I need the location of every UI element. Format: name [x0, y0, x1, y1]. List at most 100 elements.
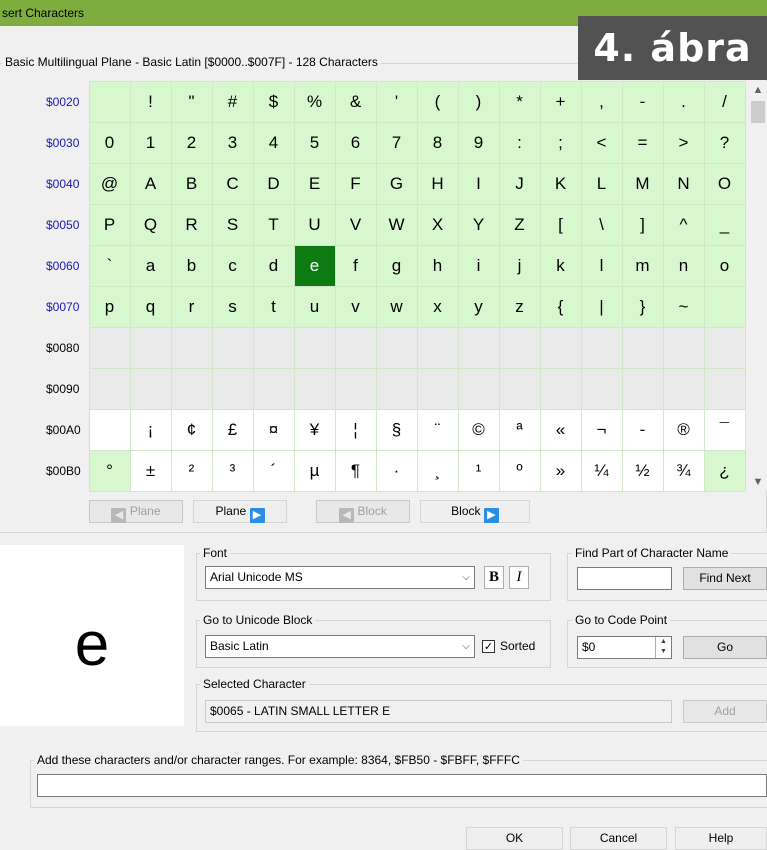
- character-cell[interactable]: 5: [293, 122, 336, 164]
- character-cell[interactable]: S: [211, 204, 254, 246]
- character-cell[interactable]: [580, 368, 623, 410]
- character-cell[interactable]: [580, 327, 623, 369]
- character-cell[interactable]: ": [170, 81, 213, 123]
- character-cell[interactable]: ¢: [170, 409, 213, 451]
- character-cell[interactable]: [457, 368, 500, 410]
- character-cell[interactable]: d: [252, 245, 295, 287]
- character-cell[interactable]: ´: [252, 450, 295, 492]
- character-cell[interactable]: ¤: [252, 409, 295, 451]
- character-cell[interactable]: «: [539, 409, 582, 451]
- character-cell[interactable]: [457, 327, 500, 369]
- character-cell[interactable]: D: [252, 163, 295, 205]
- character-cell[interactable]: ²: [170, 450, 213, 492]
- character-cell[interactable]: [211, 368, 254, 410]
- character-cell[interactable]: G: [375, 163, 418, 205]
- character-cell[interactable]: ': [375, 81, 418, 123]
- character-cell[interactable]: o: [703, 245, 746, 287]
- character-cell[interactable]: ,: [580, 81, 623, 123]
- character-cell[interactable]: 2: [170, 122, 213, 164]
- character-cell[interactable]: [334, 327, 377, 369]
- code-point-spinner[interactable]: ▲ ▼: [655, 637, 671, 658]
- character-cell[interactable]: a: [129, 245, 172, 287]
- find-name-input[interactable]: [577, 567, 672, 590]
- character-cell[interactable]: 0: [88, 122, 131, 164]
- ranges-input[interactable]: [37, 774, 767, 797]
- character-cell[interactable]: W: [375, 204, 418, 246]
- italic-button[interactable]: I: [509, 566, 529, 589]
- font-select[interactable]: Arial Unicode MS ⌵: [205, 566, 475, 589]
- character-cell[interactable]: [662, 368, 705, 410]
- character-cell[interactable]: e: [293, 245, 336, 287]
- character-cell[interactable]: b: [170, 245, 213, 287]
- character-cell[interactable]: [621, 368, 664, 410]
- scroll-down-arrow-icon[interactable]: ▼: [749, 473, 767, 491]
- block-next-button[interactable]: Block ▶: [420, 500, 530, 523]
- character-cell[interactable]: \: [580, 204, 623, 246]
- character-cell[interactable]: B: [170, 163, 213, 205]
- character-cell[interactable]: [416, 368, 459, 410]
- character-cell[interactable]: ~: [662, 286, 705, 328]
- chevron-down-icon[interactable]: ⌵: [457, 636, 474, 657]
- character-cell[interactable]: A: [129, 163, 172, 205]
- character-cell[interactable]: [375, 368, 418, 410]
- character-cell[interactable]: /: [703, 81, 746, 123]
- scroll-thumb[interactable]: [751, 101, 765, 123]
- go-button[interactable]: Go: [683, 636, 767, 659]
- character-cell[interactable]: :: [498, 122, 541, 164]
- character-cell[interactable]: n: [662, 245, 705, 287]
- character-cell[interactable]: ¿: [703, 450, 746, 492]
- plane-prev-button[interactable]: ◀ Plane: [89, 500, 183, 523]
- character-cell[interactable]: x: [416, 286, 459, 328]
- character-cell[interactable]: l: [580, 245, 623, 287]
- character-cell[interactable]: ³: [211, 450, 254, 492]
- character-cell[interactable]: ¼: [580, 450, 623, 492]
- character-cell[interactable]: [170, 368, 213, 410]
- character-cell[interactable]: J: [498, 163, 541, 205]
- character-cell[interactable]: .: [662, 81, 705, 123]
- character-cell[interactable]: [88, 327, 131, 369]
- character-cell[interactable]: ¥: [293, 409, 336, 451]
- character-cell[interactable]: U: [293, 204, 336, 246]
- character-cell[interactable]: ¯: [703, 409, 746, 451]
- character-cell[interactable]: [293, 327, 336, 369]
- character-cell[interactable]: 4: [252, 122, 295, 164]
- character-cell[interactable]: p: [88, 286, 131, 328]
- character-cell[interactable]: [252, 368, 295, 410]
- add-button[interactable]: Add: [683, 700, 767, 723]
- character-cell[interactable]: ¶: [334, 450, 377, 492]
- character-cell[interactable]: |: [580, 286, 623, 328]
- cancel-button[interactable]: Cancel: [570, 827, 667, 850]
- character-cell[interactable]: µ: [293, 450, 336, 492]
- character-cell[interactable]: h: [416, 245, 459, 287]
- character-cell[interactable]: 6: [334, 122, 377, 164]
- character-cell[interactable]: 3: [211, 122, 254, 164]
- character-cell[interactable]: 7: [375, 122, 418, 164]
- character-cell[interactable]: [88, 81, 131, 123]
- character-cell[interactable]: [662, 327, 705, 369]
- scroll-up-arrow-icon[interactable]: ▲: [749, 81, 767, 99]
- character-cell[interactable]: {: [539, 286, 582, 328]
- character-cell[interactable]: ¨: [416, 409, 459, 451]
- character-cell[interactable]: ½: [621, 450, 664, 492]
- character-cell[interactable]: ©: [457, 409, 500, 451]
- unicode-block-select[interactable]: Basic Latin ⌵: [205, 635, 475, 658]
- character-cell[interactable]: ): [457, 81, 500, 123]
- character-cell[interactable]: ±: [129, 450, 172, 492]
- bold-button[interactable]: B: [484, 566, 504, 589]
- character-cell[interactable]: E: [293, 163, 336, 205]
- character-cell[interactable]: u: [293, 286, 336, 328]
- plane-next-button[interactable]: Plane ▶: [193, 500, 287, 523]
- character-cell[interactable]: [375, 327, 418, 369]
- character-cell[interactable]: m: [621, 245, 664, 287]
- character-cell[interactable]: [293, 368, 336, 410]
- character-cell[interactable]: [621, 327, 664, 369]
- character-cell[interactable]: F: [334, 163, 377, 205]
- character-cell[interactable]: [129, 368, 172, 410]
- character-cell[interactable]: w: [375, 286, 418, 328]
- character-cell[interactable]: [88, 368, 131, 410]
- character-cell[interactable]: »: [539, 450, 582, 492]
- character-cell[interactable]: [703, 368, 746, 410]
- character-cell[interactable]: =: [621, 122, 664, 164]
- character-cell[interactable]: ¦: [334, 409, 377, 451]
- character-cell[interactable]: X: [416, 204, 459, 246]
